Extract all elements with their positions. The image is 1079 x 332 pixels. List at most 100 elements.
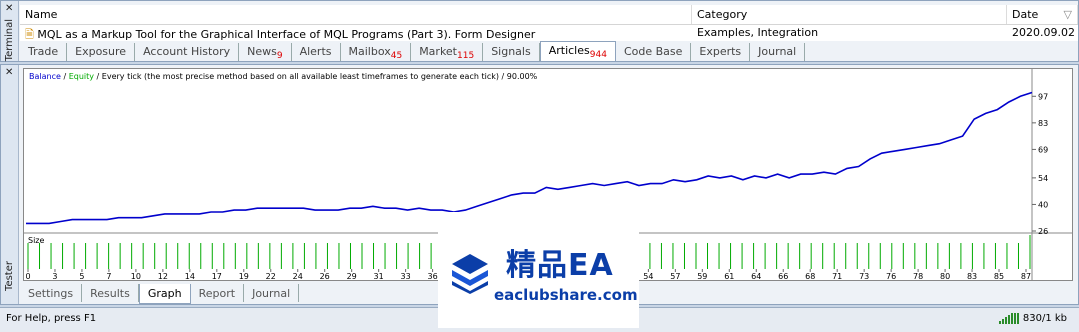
sort-desc-icon: ▽ [1063, 8, 1072, 21]
x-tick-label: 19 [239, 272, 249, 280]
tab-label: Journal [758, 45, 797, 58]
balance-series-line [26, 91, 1033, 225]
tab-badge: 9 [276, 51, 283, 61]
x-tick-label: 78 [913, 272, 923, 280]
table-row[interactable]: 🗎 MQL as a Markup Tool for the Graphical… [20, 25, 1078, 41]
x-tick-label: 14 [185, 272, 195, 280]
tester-tab-report[interactable]: Report [191, 284, 245, 302]
close-icon[interactable]: ✕ [5, 67, 13, 78]
x-tick-label: 61 [724, 272, 734, 280]
tab-journal[interactable]: Journal [750, 43, 806, 61]
tab-mailbox[interactable]: Mailbox45 [341, 43, 412, 61]
x-tick-label: 12 [158, 272, 168, 280]
tester-tab-journal[interactable]: Journal [244, 284, 300, 302]
document-icon: 🗎 [25, 28, 34, 41]
tester-side-label: ✕ Tester [1, 65, 19, 304]
tab-label: Code Base [623, 45, 683, 58]
x-tick-label: 22 [266, 272, 276, 280]
watermark: 精品EA eaclubshare.com [438, 212, 639, 328]
terminal-label: Terminal [4, 19, 15, 62]
table-header: Name Category Date ▽ [20, 5, 1078, 25]
x-tick-label: 76 [886, 272, 896, 280]
tab-exposure[interactable]: Exposure [67, 43, 136, 61]
size-label: Size [28, 236, 45, 245]
x-tick-label: 0 [25, 272, 30, 280]
x-tick-label: 29 [347, 272, 357, 280]
x-tick-label: 7 [106, 272, 111, 280]
x-tick-label: 17 [212, 272, 222, 280]
tab-signals[interactable]: Signals [483, 43, 540, 61]
terminal-panel: ✕ Terminal Name Category Date ▽ 🗎 MQL as… [0, 0, 1079, 62]
status-traffic: 830/1 kb [998, 313, 1067, 324]
x-tick-label: 54 [643, 272, 653, 280]
watermark-title: 精品EA [506, 248, 614, 283]
tab-label: Alerts [299, 45, 332, 58]
tester-tabs: Settings Results Graph Report Journal [20, 284, 300, 304]
tester-tab-settings[interactable]: Settings [20, 284, 83, 302]
row-category: Examples, Integration [697, 26, 819, 39]
y-tick-label: 26 [1038, 227, 1048, 236]
tab-label: Experts [699, 45, 742, 58]
x-tick-label: 24 [293, 272, 303, 280]
x-tick-label: 85 [994, 272, 1004, 280]
tester-tab-results[interactable]: Results [82, 284, 139, 302]
tab-label: Mailbox [348, 45, 391, 58]
y-tick-label: 69 [1038, 145, 1048, 154]
x-tick-label: 36 [428, 272, 438, 280]
tab-badge: 45 [390, 51, 403, 61]
articles-table: Name Category Date ▽ 🗎 MQL as a Markup T… [20, 5, 1078, 41]
x-tick-label: 26 [320, 272, 330, 280]
y-tick-label: 83 [1038, 119, 1048, 128]
y-tick-label: 97 [1038, 92, 1048, 101]
x-tick-label: 83 [967, 272, 977, 280]
row-name: 🗎 MQL as a Markup Tool for the Graphical… [20, 25, 692, 41]
x-tick-label: 10 [131, 272, 141, 280]
tab-trade[interactable]: Trade [20, 43, 68, 61]
legend-equity: Equity [68, 72, 94, 81]
layers-logo-icon [452, 254, 488, 294]
x-tick-label: 57 [670, 272, 680, 280]
tab-alerts[interactable]: Alerts [292, 43, 341, 61]
tester-tab-graph[interactable]: Graph [138, 284, 191, 304]
terminal-tabs: Trade Exposure Account History News9 Alerts M… [20, 41, 806, 61]
y-tick-label: 40 [1038, 200, 1048, 209]
tab-label: Market [419, 45, 457, 58]
watermark-url: eaclubshare.com [494, 286, 638, 304]
tester-label: Tester [4, 261, 15, 291]
tab-badge: 115 [457, 51, 475, 61]
tab-experts[interactable]: Experts [691, 43, 751, 61]
x-tick-label: 66 [778, 272, 788, 280]
x-tick-label: 33 [401, 272, 411, 280]
tab-badge: 944 [589, 50, 607, 60]
x-tick-label: 71 [832, 272, 842, 280]
x-tick-label: 31 [374, 272, 384, 280]
traffic-text: 830/1 kb [1022, 313, 1067, 324]
column-date-label: Date [1012, 8, 1039, 21]
tab-market[interactable]: Market115 [411, 43, 484, 61]
tab-news[interactable]: News9 [239, 43, 292, 61]
x-tick-label: 3 [52, 272, 57, 280]
tab-label: Signals [491, 45, 531, 58]
x-tick-label: 87 [1021, 272, 1031, 280]
tab-account-history[interactable]: Account History [135, 43, 240, 61]
column-name[interactable]: Name [20, 5, 692, 24]
tab-code-base[interactable]: Code Base [616, 43, 692, 61]
close-icon[interactable]: ✕ [5, 3, 13, 14]
tab-label: Exposure [75, 45, 127, 58]
row-date: 2020.09.02 [1012, 26, 1075, 39]
x-tick-label: 5 [79, 272, 84, 280]
x-tick-label: 59 [697, 272, 707, 280]
x-tick-label: 64 [751, 272, 761, 280]
tab-articles[interactable]: Articles944 [539, 41, 616, 61]
x-tick-label: 68 [805, 272, 815, 280]
column-category[interactable]: Category [692, 5, 1007, 24]
chart-legend: Balance / Equity / Every tick (the most … [29, 72, 538, 81]
status-help: For Help, press F1 [6, 313, 97, 324]
tab-label: News [247, 45, 277, 58]
legend-description: / Every tick (the most precise method ba… [96, 72, 538, 81]
terminal-side-label: ✕ Terminal [1, 1, 19, 61]
x-tick-label: 73 [859, 272, 869, 280]
column-date[interactable]: Date ▽ [1007, 5, 1078, 24]
tab-label: Trade [28, 45, 59, 58]
connection-signal-icon [998, 313, 1019, 324]
